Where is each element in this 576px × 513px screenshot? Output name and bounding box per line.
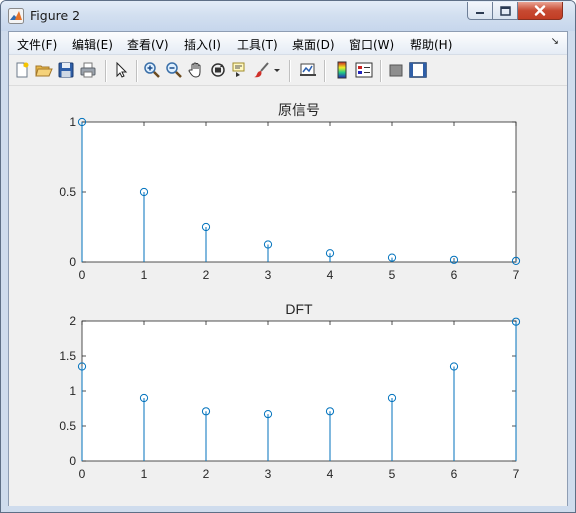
plot2-xtick-label: 4: [327, 467, 334, 481]
plot2-ytick-label: 1.5: [59, 349, 76, 363]
menu-view[interactable]: 查看(V): [127, 36, 169, 53]
plot1-xtick-label: 2: [203, 268, 210, 282]
colorbar-icon[interactable]: [333, 61, 351, 79]
plot1-ytick-label: 0: [69, 255, 76, 269]
plot2-xtick-label: 7: [513, 467, 520, 481]
show-plot-tools-icon[interactable]: [409, 61, 427, 79]
maximize-button[interactable]: [493, 2, 518, 20]
plot2-xtick-label: 5: [389, 467, 396, 481]
figure-canvas-area: 0 1 2 3 4 5 6 7 0 0.5 1 原信号 0 1 2 3 4 5 6 7 0 0.5 1 1.5 2 DFT: [9, 86, 567, 506]
plot1-xtick-label: 1: [141, 268, 148, 282]
menu-insert[interactable]: 插入(I): [184, 36, 221, 53]
minimize-button[interactable]: [467, 2, 493, 20]
figure-window: Figure 2 文件(F) 编辑(E) 查看(V) 插入(I) 工具(T) 桌…: [0, 0, 576, 513]
plot1-xtick-label: 3: [265, 268, 272, 282]
title-bar[interactable]: Figure 2: [1, 1, 575, 31]
plot2-xtick-label: 3: [265, 467, 272, 481]
plot2-xtick-label: 2: [203, 467, 210, 481]
plot2-xtick-label: 1: [141, 467, 148, 481]
brush-dropdown-icon[interactable]: [272, 61, 282, 79]
toolbar-separator: [324, 60, 326, 82]
link-plot-icon[interactable]: [299, 61, 317, 79]
data-cursor-icon[interactable]: [231, 61, 249, 79]
plot2-axes[interactable]: [81, 320, 517, 462]
hide-plot-tools-icon[interactable]: [387, 61, 405, 79]
menu-tools[interactable]: 工具(T): [237, 36, 278, 53]
plot1-ytick-label: 1: [69, 115, 76, 129]
plot2-xtick-label: 0: [79, 467, 86, 481]
menu-overflow-icon[interactable]: ↘: [551, 36, 559, 47]
toolbar-separator: [136, 60, 138, 82]
print-icon[interactable]: [79, 61, 97, 79]
figure-plot-canvas[interactable]: 0 1 2 3 4 5 6 7 0 0.5 1 原信号 0 1 2 3 4 5 6 7 0 0.5 1 1.5 2 DFT: [9, 86, 567, 506]
menu-bar: 文件(F) 编辑(E) 查看(V) 插入(I) 工具(T) 桌面(D) 窗口(W…: [9, 32, 567, 55]
matlab-logo-icon: [8, 8, 24, 24]
plot1-xtick-label: 0: [79, 268, 86, 282]
menu-help[interactable]: 帮助(H): [410, 36, 452, 53]
figure-toolbar: [9, 55, 567, 86]
menu-desktop[interactable]: 桌面(D): [292, 36, 335, 53]
menu-file[interactable]: 文件(F): [17, 36, 57, 53]
plot2-title: DFT: [285, 301, 313, 317]
pan-hand-icon[interactable]: [187, 61, 205, 79]
rotate-3d-icon[interactable]: [209, 61, 227, 79]
plot2-ytick-label: 0: [69, 454, 76, 468]
new-figure-icon[interactable]: [13, 61, 31, 79]
toolbar-separator: [105, 60, 107, 82]
plot1-xtick-label: 5: [389, 268, 396, 282]
toolbar-separator: [289, 60, 291, 82]
toolbar-separator: [380, 60, 382, 82]
brush-icon[interactable]: [253, 61, 271, 79]
pointer-icon[interactable]: [112, 61, 130, 79]
plot2-ytick-label: 2: [69, 314, 76, 328]
plot1-ytick-label: 0.5: [59, 185, 76, 199]
plot2-ytick-label: 1: [69, 384, 76, 398]
zoom-in-icon[interactable]: [143, 61, 161, 79]
minimize-icon: [476, 11, 484, 14]
plot2-xtick-label: 6: [451, 467, 458, 481]
menu-window[interactable]: 窗口(W): [349, 36, 394, 53]
plot1-title: 原信号: [278, 102, 320, 118]
maximize-icon: [499, 5, 511, 16]
legend-icon[interactable]: [355, 61, 373, 79]
plot1-xtick-label: 4: [327, 268, 334, 282]
figure-client-area: 文件(F) 编辑(E) 查看(V) 插入(I) 工具(T) 桌面(D) 窗口(W…: [8, 31, 568, 506]
window-title: Figure 2: [30, 8, 81, 23]
plot2-ytick-label: 0.5: [59, 419, 76, 433]
plot1-xtick-label: 7: [513, 268, 520, 282]
open-file-icon[interactable]: [35, 61, 53, 79]
plot1-xtick-label: 6: [451, 268, 458, 282]
save-icon[interactable]: [57, 61, 75, 79]
close-button[interactable]: [518, 2, 563, 20]
menu-edit[interactable]: 编辑(E): [72, 36, 113, 53]
zoom-out-icon[interactable]: [165, 61, 183, 79]
close-icon: [534, 5, 546, 16]
